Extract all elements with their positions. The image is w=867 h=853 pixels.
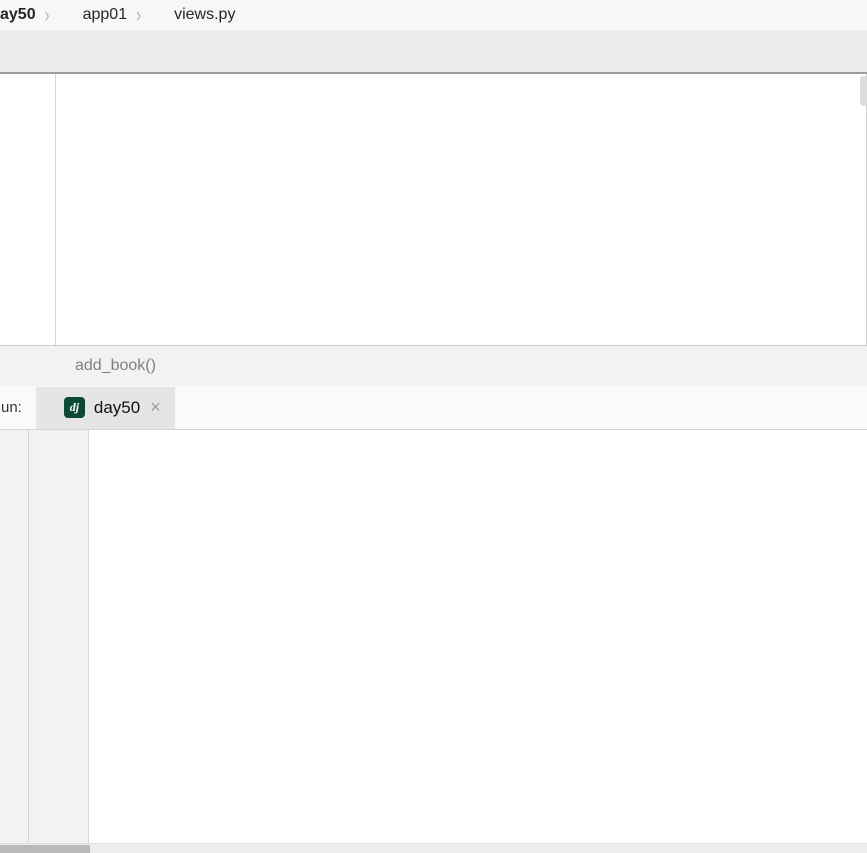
console-background: [89, 430, 867, 843]
current-function-label[interactable]: add_book(): [75, 357, 156, 375]
run-tool-window-header: un: dj day50 ×: [0, 386, 867, 430]
run-tab-close-icon[interactable]: ×: [150, 397, 161, 418]
console-toolbar: [29, 430, 88, 852]
folder-icon: [59, 6, 77, 24]
chevron-right-icon: ›: [45, 3, 50, 27]
editor-tab-bar: [0, 30, 867, 74]
run-tab-label: day50: [94, 398, 140, 418]
context-navigation-bar: add_book(): [0, 345, 867, 387]
gutter-separator: [55, 74, 56, 345]
breadcrumb-project[interactable]: ay50: [0, 6, 36, 24]
django-icon: dj: [64, 397, 85, 418]
run-console-panel: [0, 430, 867, 852]
breadcrumb: ay50 › app01 › views.py: [0, 0, 867, 31]
breadcrumb-file[interactable]: views.py: [174, 6, 235, 24]
chevron-right-icon: ›: [136, 3, 141, 27]
editor-scrollbar-thumb[interactable]: [860, 76, 867, 106]
run-tab-day50[interactable]: dj day50 ×: [36, 387, 175, 429]
python-file-icon: [150, 6, 168, 24]
breadcrumb-package[interactable]: app01: [83, 6, 128, 24]
run-toolbar: [0, 430, 28, 852]
code-editor[interactable]: [0, 74, 867, 345]
run-label: un:: [1, 399, 22, 416]
